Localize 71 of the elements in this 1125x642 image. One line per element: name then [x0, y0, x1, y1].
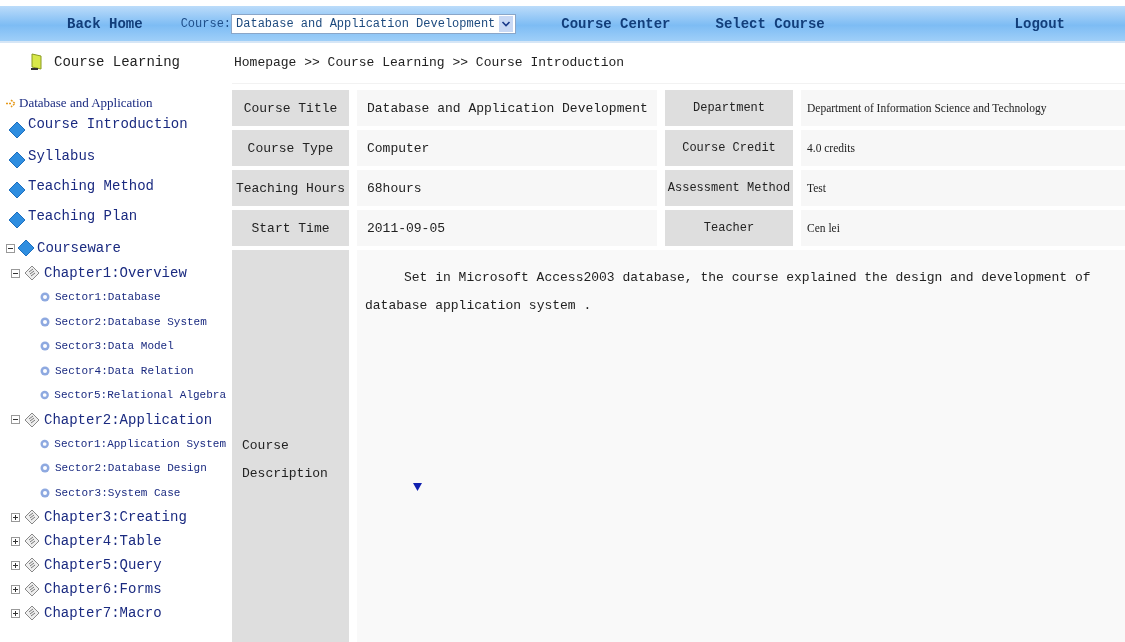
field-value: Computer	[357, 130, 657, 166]
tree-item[interactable]: Chapter1:Overview	[44, 265, 187, 281]
book-icon	[24, 265, 40, 281]
diamond-icon	[8, 181, 26, 199]
field-label: Start Time	[232, 210, 349, 246]
book-icon	[24, 581, 40, 597]
tree-item[interactable]: Chapter4:Table	[44, 533, 162, 549]
collapse-icon[interactable]	[11, 415, 20, 424]
sidebar-title: Course Learning	[54, 54, 181, 70]
expand-icon[interactable]	[11, 512, 20, 522]
tree-item[interactable]: Syllabus	[28, 148, 96, 164]
logout-link[interactable]: Logout	[1014, 15, 1065, 32]
expand-icon[interactable]	[11, 560, 20, 570]
description-text: Set in Microsoft Access2003 database, the course explained the design and development of database application system .	[365, 269, 1092, 315]
field-value: Database and Application Development	[357, 90, 657, 126]
field-label: Course Description	[232, 250, 349, 642]
diamond-icon	[8, 211, 26, 229]
field-value: Department of Information Science and Technology	[801, 90, 1125, 126]
diamond-icon	[17, 239, 35, 257]
nav-link[interactable]: Course Center	[561, 15, 671, 32]
diamond-icon	[8, 121, 26, 139]
tree-item[interactable]: Sector2:Database System	[55, 315, 207, 328]
tree-item[interactable]: Teaching Method	[28, 178, 155, 194]
triangle-icon	[413, 483, 422, 491]
tree-item[interactable]: Sector2:Database Design	[55, 462, 207, 475]
expand-icon[interactable]	[11, 536, 20, 546]
book-icon	[24, 411, 40, 428]
field-label: Course Type	[232, 130, 349, 166]
breadcrumb: Homepage >> Course Learning >> Course Introduction	[232, 41, 1125, 84]
field-label: Department	[665, 90, 793, 126]
collapse-icon[interactable]	[6, 243, 15, 253]
field-value: Test	[801, 170, 1125, 206]
tree-item[interactable]: Sector3:System Case	[55, 486, 181, 499]
book-icon	[24, 605, 40, 621]
tree-item[interactable]: Chapter6:Forms	[44, 581, 162, 597]
expand-icon[interactable]	[11, 608, 20, 618]
field-value: Cen lei	[801, 210, 1125, 246]
tree-item[interactable]: Teaching Plan	[28, 208, 138, 224]
arrow-icon	[6, 98, 17, 108]
book-icon	[24, 509, 40, 525]
field-value: 68hours	[357, 170, 657, 206]
tree-item[interactable]: Sector4:Data Relation	[55, 364, 194, 377]
field-label: Teaching Hours	[232, 170, 349, 206]
collapse-icon[interactable]	[11, 268, 20, 278]
tree-item[interactable]: Chapter5:Query	[44, 557, 162, 573]
field-label: Assessment Method	[665, 170, 793, 206]
field-label: Course Title	[232, 90, 349, 126]
tree-item[interactable]: Sector5:Relational Algebra	[54, 389, 226, 402]
nav-link[interactable]: Select Course	[715, 15, 825, 32]
tree-item[interactable]: Chapter3:Creating	[44, 509, 187, 525]
tree-item[interactable]: Sector3:Data Model	[55, 340, 174, 353]
tree-item[interactable]: Courseware	[37, 240, 121, 256]
tree-item[interactable]: Database and Application	[19, 95, 153, 111]
course-select[interactable]: Database and Application Development	[231, 13, 517, 34]
field-label: Course Credit	[665, 130, 793, 166]
tree-item[interactable]: Chapter2:Application	[44, 411, 213, 428]
field-label: Teacher	[665, 210, 793, 246]
tree-item[interactable]: Course Introduction	[28, 116, 188, 132]
tree-item[interactable]: Sector1:Database	[55, 291, 161, 304]
dropdown-icon	[499, 15, 514, 32]
back-home-link[interactable]: Back Home	[67, 15, 143, 32]
tree-item[interactable]: Chapter7:Macro	[44, 605, 162, 621]
field-value: 4.0 credits	[801, 130, 1125, 166]
tree-item[interactable]: Sector1:Application System	[54, 437, 226, 450]
expand-icon[interactable]	[11, 584, 20, 594]
course-label: Course:	[180, 16, 232, 31]
diamond-icon	[8, 151, 26, 169]
field-value: 2011-09-05	[357, 210, 657, 246]
book-icon	[30, 53, 44, 71]
book-icon	[24, 533, 40, 549]
book-icon	[24, 557, 40, 573]
